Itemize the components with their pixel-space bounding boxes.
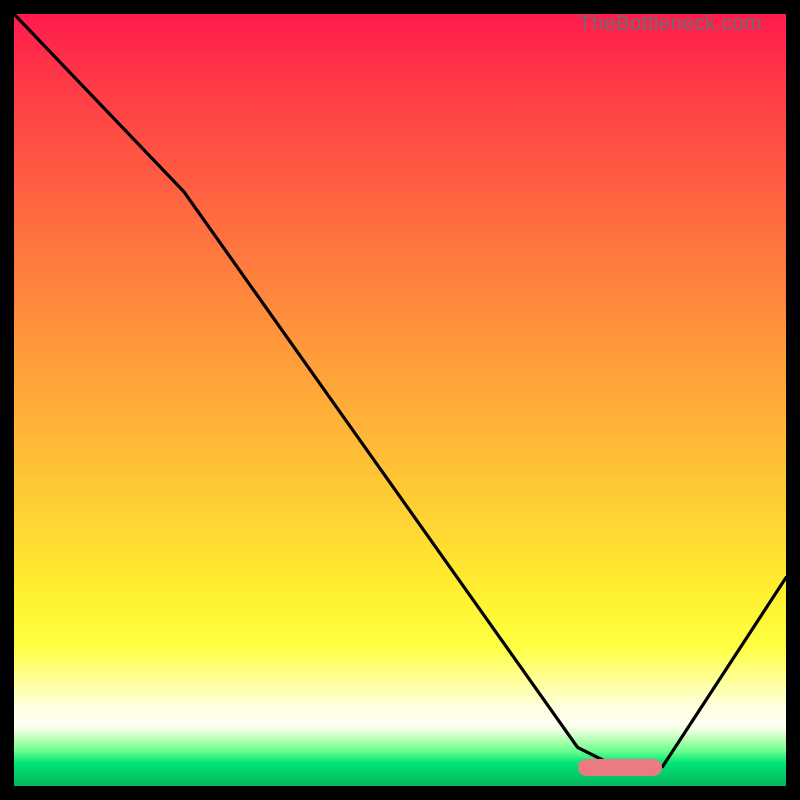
bottleneck-curve — [14, 14, 786, 786]
watermark-text: TheBottleneck.com — [579, 12, 762, 36]
optimal-range-marker — [578, 759, 663, 776]
curve-path — [14, 14, 786, 767]
chart-frame: TheBottleneck.com — [0, 0, 800, 800]
